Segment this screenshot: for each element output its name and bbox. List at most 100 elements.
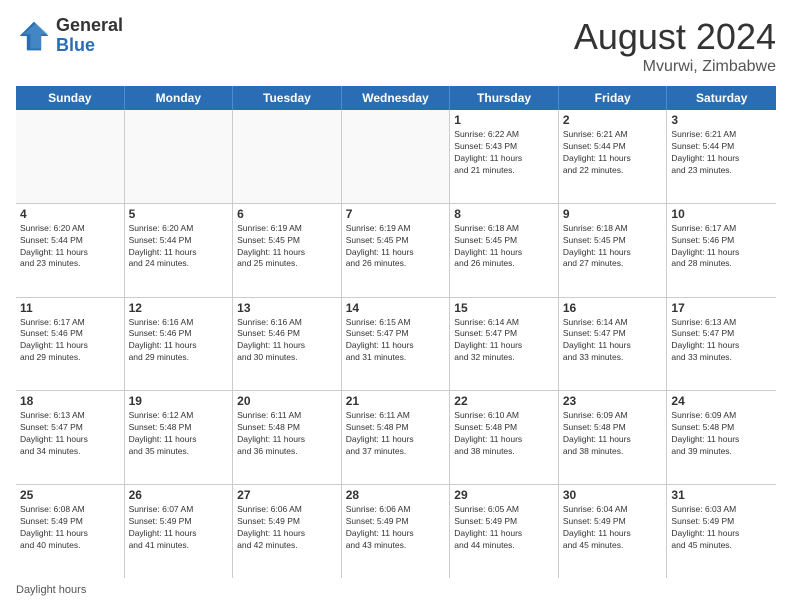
day-info: Sunrise: 6:06 AM Sunset: 5:49 PM Dayligh… bbox=[346, 504, 446, 552]
day-number: 12 bbox=[129, 301, 229, 315]
day-number: 20 bbox=[237, 394, 337, 408]
day-info: Sunrise: 6:09 AM Sunset: 5:48 PM Dayligh… bbox=[671, 410, 772, 458]
day-info: Sunrise: 6:08 AM Sunset: 5:49 PM Dayligh… bbox=[20, 504, 120, 552]
day-info: Sunrise: 6:14 AM Sunset: 5:47 PM Dayligh… bbox=[454, 317, 554, 365]
day-info: Sunrise: 6:18 AM Sunset: 5:45 PM Dayligh… bbox=[563, 223, 663, 271]
day-number: 26 bbox=[129, 488, 229, 502]
header-sunday: Sunday bbox=[16, 86, 125, 110]
day-number: 28 bbox=[346, 488, 446, 502]
day-number: 23 bbox=[563, 394, 663, 408]
day-info: Sunrise: 6:17 AM Sunset: 5:46 PM Dayligh… bbox=[671, 223, 772, 271]
calendar-week-3: 11Sunrise: 6:17 AM Sunset: 5:46 PM Dayli… bbox=[16, 298, 776, 392]
calendar: Sunday Monday Tuesday Wednesday Thursday… bbox=[16, 86, 776, 578]
logo-icon bbox=[16, 18, 52, 54]
day-number: 13 bbox=[237, 301, 337, 315]
cal-cell-3-1: 11Sunrise: 6:17 AM Sunset: 5:46 PM Dayli… bbox=[16, 298, 125, 391]
day-info: Sunrise: 6:20 AM Sunset: 5:44 PM Dayligh… bbox=[20, 223, 120, 271]
cal-cell-5-5: 29 Sunrise: 6:05 AM Sunset: 5:49 PM Dayli… bbox=[450, 485, 559, 578]
day-info: Sunrise: 6:14 AM Sunset: 5:47 PM Dayligh… bbox=[563, 317, 663, 365]
header-wednesday: Wednesday bbox=[342, 86, 451, 110]
day-number: 11 bbox=[20, 301, 120, 315]
cal-cell-3-7: 17 Sunrise: 6:13 AM Sunset: 5:47 PM Dayli… bbox=[667, 298, 776, 391]
cal-cell-4-1: 18 Sunrise: 6:13 AM Sunset: 5:47 PM Dayli… bbox=[16, 391, 125, 484]
cal-cell-4-6: 23 Sunrise: 6:09 AM Sunset: 5:48 PM Dayli… bbox=[559, 391, 668, 484]
title-month: August 2024 bbox=[574, 16, 776, 58]
cal-cell-2-2: 5 Sunrise: 6:20 AM Sunset: 5:44 PM Daylig… bbox=[125, 204, 234, 297]
day-info: Sunrise: 6:18 AM Sunset: 5:45 PM Dayligh… bbox=[454, 223, 554, 271]
day-number: 8 bbox=[454, 207, 554, 221]
page: General Blue August 2024 Mvurwi, Zimbabw… bbox=[0, 0, 792, 612]
logo: General Blue bbox=[16, 16, 123, 56]
logo-text: General Blue bbox=[56, 16, 123, 56]
cal-cell-4-7: 24 Sunrise: 6:09 AM Sunset: 5:48 PM Dayli… bbox=[667, 391, 776, 484]
day-number: 18 bbox=[20, 394, 120, 408]
title-location: Mvurwi, Zimbabwe bbox=[574, 58, 776, 76]
day-number: 29 bbox=[454, 488, 554, 502]
day-info: Sunrise: 6:09 AM Sunset: 5:48 PM Dayligh… bbox=[563, 410, 663, 458]
day-number: 5 bbox=[129, 207, 229, 221]
cal-cell-3-2: 12Sunrise: 6:16 AM Sunset: 5:46 PM Dayli… bbox=[125, 298, 234, 391]
cal-cell-5-2: 26 Sunrise: 6:07 AM Sunset: 5:49 PM Dayli… bbox=[125, 485, 234, 578]
cal-cell-1-4 bbox=[342, 110, 451, 203]
day-number: 3 bbox=[671, 113, 772, 127]
day-info: Sunrise: 6:21 AM Sunset: 5:44 PM Dayligh… bbox=[563, 129, 663, 177]
cal-cell-1-1 bbox=[16, 110, 125, 203]
day-info: Sunrise: 6:11 AM Sunset: 5:48 PM Dayligh… bbox=[346, 410, 446, 458]
cal-cell-1-7: 3 Sunrise: 6:21 AM Sunset: 5:44 PM Daylig… bbox=[667, 110, 776, 203]
day-number: 19 bbox=[129, 394, 229, 408]
cal-cell-4-3: 20 Sunrise: 6:11 AM Sunset: 5:48 PM Dayli… bbox=[233, 391, 342, 484]
header-friday: Friday bbox=[559, 86, 668, 110]
cal-cell-2-6: 9 Sunrise: 6:18 AM Sunset: 5:45 PM Daylig… bbox=[559, 204, 668, 297]
cal-cell-1-3 bbox=[233, 110, 342, 203]
header-thursday: Thursday bbox=[450, 86, 559, 110]
cal-cell-4-2: 19 Sunrise: 6:12 AM Sunset: 5:48 PM Dayli… bbox=[125, 391, 234, 484]
header-monday: Monday bbox=[125, 86, 234, 110]
calendar-week-4: 18 Sunrise: 6:13 AM Sunset: 5:47 PM Dayli… bbox=[16, 391, 776, 485]
day-number: 27 bbox=[237, 488, 337, 502]
header: General Blue August 2024 Mvurwi, Zimbabw… bbox=[16, 16, 776, 76]
day-info: Sunrise: 6:20 AM Sunset: 5:44 PM Dayligh… bbox=[129, 223, 229, 271]
day-number: 2 bbox=[563, 113, 663, 127]
day-info: Sunrise: 6:16 AM Sunset: 5:46 PM Dayligh… bbox=[237, 317, 337, 365]
day-number: 15 bbox=[454, 301, 554, 315]
day-number: 14 bbox=[346, 301, 446, 315]
header-tuesday: Tuesday bbox=[233, 86, 342, 110]
calendar-header: Sunday Monday Tuesday Wednesday Thursday… bbox=[16, 86, 776, 110]
day-info: Sunrise: 6:21 AM Sunset: 5:44 PM Dayligh… bbox=[671, 129, 772, 177]
cal-cell-3-4: 14Sunrise: 6:15 AM Sunset: 5:47 PM Dayli… bbox=[342, 298, 451, 391]
footer-note-text: Daylight hours bbox=[16, 584, 86, 596]
cal-cell-4-4: 21 Sunrise: 6:11 AM Sunset: 5:48 PM Dayli… bbox=[342, 391, 451, 484]
cal-cell-5-4: 28 Sunrise: 6:06 AM Sunset: 5:49 PM Dayli… bbox=[342, 485, 451, 578]
day-info: Sunrise: 6:13 AM Sunset: 5:47 PM Dayligh… bbox=[671, 317, 772, 365]
calendar-body: 1Sunrise: 6:22 AM Sunset: 5:43 PM Daylig… bbox=[16, 110, 776, 578]
day-number: 9 bbox=[563, 207, 663, 221]
cal-cell-2-3: 6Sunrise: 6:19 AM Sunset: 5:45 PM Daylig… bbox=[233, 204, 342, 297]
day-info: Sunrise: 6:05 AM Sunset: 5:49 PM Dayligh… bbox=[454, 504, 554, 552]
cal-cell-5-6: 30Sunrise: 6:04 AM Sunset: 5:49 PM Dayli… bbox=[559, 485, 668, 578]
day-number: 31 bbox=[671, 488, 772, 502]
day-info: Sunrise: 6:07 AM Sunset: 5:49 PM Dayligh… bbox=[129, 504, 229, 552]
cal-cell-3-5: 15 Sunrise: 6:14 AM Sunset: 5:47 PM Dayli… bbox=[450, 298, 559, 391]
day-info: Sunrise: 6:10 AM Sunset: 5:48 PM Dayligh… bbox=[454, 410, 554, 458]
cal-cell-3-6: 16 Sunrise: 6:14 AM Sunset: 5:47 PM Dayli… bbox=[559, 298, 668, 391]
day-number: 21 bbox=[346, 394, 446, 408]
day-info: Sunrise: 6:12 AM Sunset: 5:48 PM Dayligh… bbox=[129, 410, 229, 458]
day-number: 10 bbox=[671, 207, 772, 221]
day-info: Sunrise: 6:13 AM Sunset: 5:47 PM Dayligh… bbox=[20, 410, 120, 458]
day-info: Sunrise: 6:19 AM Sunset: 5:45 PM Dayligh… bbox=[346, 223, 446, 271]
cal-cell-5-1: 25 Sunrise: 6:08 AM Sunset: 5:49 PM Dayli… bbox=[16, 485, 125, 578]
day-number: 25 bbox=[20, 488, 120, 502]
day-number: 17 bbox=[671, 301, 772, 315]
cal-cell-2-5: 8 Sunrise: 6:18 AM Sunset: 5:45 PM Daylig… bbox=[450, 204, 559, 297]
cal-cell-1-5: 1Sunrise: 6:22 AM Sunset: 5:43 PM Daylig… bbox=[450, 110, 559, 203]
cal-cell-5-7: 31Sunrise: 6:03 AM Sunset: 5:49 PM Dayli… bbox=[667, 485, 776, 578]
day-number: 7 bbox=[346, 207, 446, 221]
cal-cell-2-4: 7 Sunrise: 6:19 AM Sunset: 5:45 PM Daylig… bbox=[342, 204, 451, 297]
logo-general-text: General bbox=[56, 16, 123, 36]
day-number: 30 bbox=[563, 488, 663, 502]
day-number: 16 bbox=[563, 301, 663, 315]
cal-cell-5-3: 27Sunrise: 6:06 AM Sunset: 5:49 PM Dayli… bbox=[233, 485, 342, 578]
day-info: Sunrise: 6:11 AM Sunset: 5:48 PM Dayligh… bbox=[237, 410, 337, 458]
calendar-week-2: 4Sunrise: 6:20 AM Sunset: 5:44 PM Daylig… bbox=[16, 204, 776, 298]
day-number: 24 bbox=[671, 394, 772, 408]
